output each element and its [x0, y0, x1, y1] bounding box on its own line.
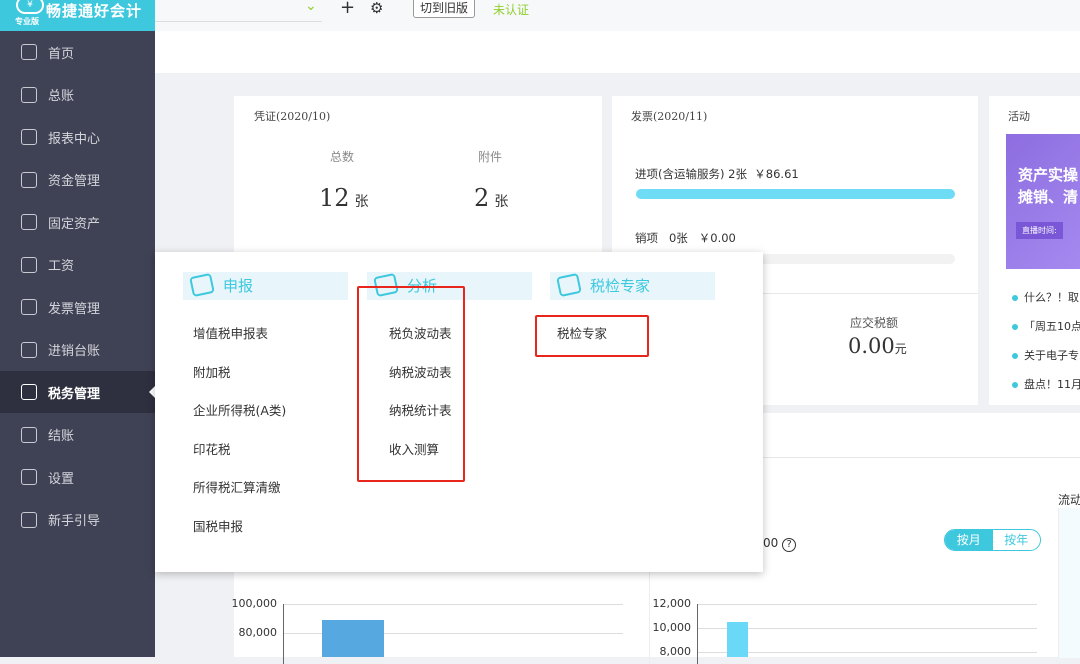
menu-section-header: 税检专家 [550, 272, 715, 300]
section-icon [556, 272, 582, 298]
toggle-year[interactable]: 按年 [993, 530, 1041, 550]
company-select[interactable] [155, 21, 322, 22]
sidebar-item-label: 结账 [48, 429, 75, 444]
grid-line [697, 652, 1037, 653]
tax-amount: 0.00元 [848, 334, 907, 358]
header-band [155, 31, 1080, 73]
news-item[interactable]: 关于电子专 [1012, 347, 1079, 363]
y-axis [697, 604, 698, 664]
add-icon[interactable]: + [340, 0, 355, 18]
highlight-box [535, 315, 649, 357]
chart-bar[interactable] [322, 619, 384, 657]
sidebar-item-label: 资金管理 [48, 174, 101, 189]
news-item[interactable]: 盘点！11月 [1012, 376, 1080, 392]
grid-line [283, 604, 623, 605]
total-count[interactable]: 12 张 [319, 184, 369, 212]
toggle-month[interactable]: 按月 [945, 530, 993, 550]
y-axis [283, 604, 284, 664]
switch-old-version-button[interactable]: 切到旧版 [413, 0, 476, 18]
money-bag-icon [21, 171, 37, 188]
sidebar-item-label: 报表中心 [48, 131, 101, 147]
input-invoice-line[interactable]: 进项(含运输服务) 2张 ￥86.61 [635, 166, 799, 182]
y-tick-label: 8,000 [659, 645, 692, 658]
news-item[interactable]: 什么？！取 [1012, 289, 1079, 305]
gear-icon[interactable]: ⚙ [370, 0, 383, 17]
sidebar-item-label: 进销台账 [48, 344, 101, 359]
sidebar-item-label: 发票管理 [48, 301, 101, 317]
sidebar-item[interactable]: 税务管理 [0, 371, 155, 413]
menu-section-header: 申报 [183, 272, 348, 300]
gear-icon [21, 469, 37, 485]
logo[interactable]: ¥ 畅捷通好会计 专业版 [0, 0, 155, 31]
partial-value: 00 ? [763, 536, 797, 552]
sidebar-item-label: 税务管理 [48, 386, 101, 402]
sidebar-item[interactable]: 发票管理 [0, 286, 155, 328]
attach-label: 附件 [478, 150, 503, 164]
home-icon [21, 44, 37, 60]
close-books-icon [21, 426, 37, 443]
grid-line [697, 628, 1037, 629]
menu-item[interactable]: 企业所得税(A类) [193, 400, 286, 419]
invoice-icon [21, 299, 37, 315]
auth-status[interactable]: 未认证 [493, 1, 529, 18]
sidebar-item-label: 固定资产 [48, 216, 101, 232]
ledger-icon [21, 86, 37, 103]
logo-name: 畅捷通好会计 [46, 2, 143, 20]
y-tick-label: 80,000 [238, 626, 278, 639]
menu-item[interactable]: 增值税申报表 [193, 323, 268, 342]
help-icon[interactable]: ? [782, 538, 797, 552]
card-title: 活动 [1008, 110, 1030, 123]
menu-item[interactable]: 附加税 [193, 362, 231, 381]
sidebar-item[interactable]: 新手引导 [0, 499, 155, 541]
total-label: 总数 [330, 150, 355, 164]
tax-label: 应交税额 [850, 316, 899, 330]
chevron-down-icon[interactable]: ⌄ [305, 0, 317, 14]
highlight-box [357, 286, 465, 482]
voucher-card: 凭证(2020/10) 总数 附件 12 张 2 张 [234, 96, 602, 256]
sidebar-item-label: 总账 [48, 89, 75, 104]
card-title: 发票(2020/11) [631, 110, 708, 123]
news-item[interactable]: 「周五10点 [1012, 318, 1080, 334]
chart-bar[interactable] [727, 622, 748, 657]
tax-icon [21, 384, 37, 400]
section-icon [189, 272, 215, 298]
guide-icon [21, 511, 37, 528]
grid-line [697, 604, 1037, 605]
input-progress-bar [636, 189, 955, 199]
y-tick-label: 10,000 [652, 621, 692, 634]
card-title: 凭证(2020/10) [254, 110, 331, 123]
sidebar-item[interactable]: 首页 [0, 31, 155, 73]
sidebar-item-label: 设置 [48, 471, 75, 487]
output-invoice-line[interactable]: 销项 0张 ￥0.00 [635, 230, 736, 246]
y-tick-label: 12,000 [652, 597, 692, 610]
sidebar-item[interactable]: 结账 [0, 414, 155, 456]
sidebar-item[interactable]: 工资 [0, 244, 155, 286]
sidebar-item[interactable]: 资金管理 [0, 159, 155, 201]
sidebar-item-label: 工资 [48, 259, 75, 274]
side-illustration [1058, 508, 1080, 658]
sidebar-item[interactable]: 设置 [0, 456, 155, 498]
y-tick-label: 100,000 [231, 597, 278, 610]
inventory-icon [21, 341, 37, 358]
attach-count[interactable]: 2 张 [474, 184, 508, 212]
tax-management-menu: 申报 增值税申报表 附加税 企业所得税(A类) 印花税 所得税汇算清缴 国税申报 分析 税负波动… [155, 252, 763, 572]
menu-item[interactable]: 印花税 [193, 439, 231, 458]
sidebar-item[interactable]: 总账 [0, 74, 155, 116]
menu-item[interactable]: 所得税汇算清缴 [193, 477, 281, 496]
sidebar-item-label: 新手引导 [48, 514, 101, 529]
sidebar-item[interactable]: 报表中心 [0, 116, 155, 158]
salary-icon [21, 256, 37, 273]
period-toggle: 按月 按年 [944, 529, 1041, 551]
sidebar-item-label: 首页 [48, 46, 75, 62]
sidebar-item[interactable]: 进销台账 [0, 329, 155, 371]
menu-item[interactable]: 国税申报 [193, 516, 243, 535]
top-bar: ⌄ + ⚙ 切到旧版 未认证 [155, 0, 1080, 31]
report-icon [21, 129, 37, 145]
activity-banner[interactable]: 资产实操 摊销、清 直播时间: [1006, 134, 1080, 269]
building-icon [21, 214, 37, 230]
logo-icon: ¥ [16, 0, 44, 14]
right-panel-title: 流动 [1058, 493, 1080, 507]
edition-label: 专业版 [15, 17, 39, 26]
sidebar-item[interactable]: 固定资产 [0, 201, 155, 243]
